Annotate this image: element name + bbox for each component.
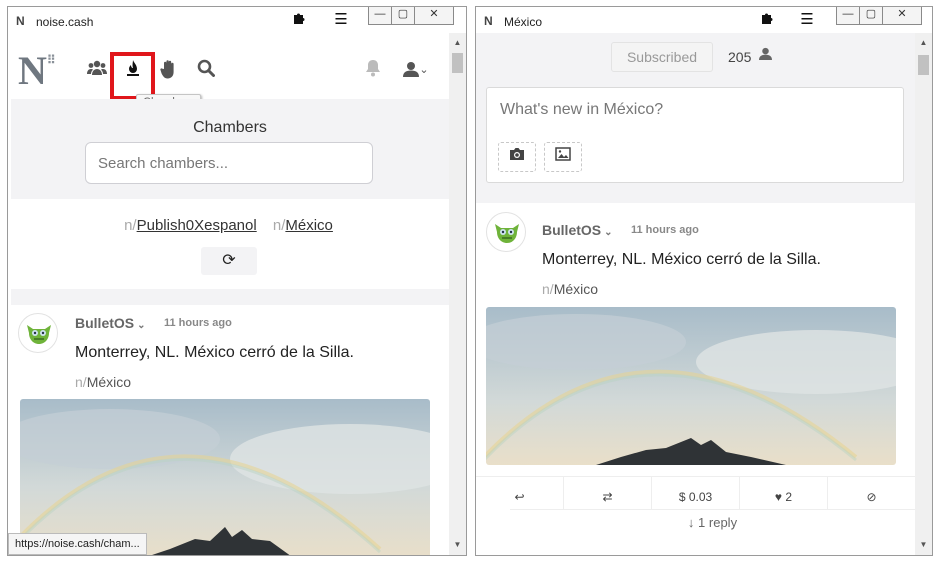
heart-icon: ♥ xyxy=(774,490,783,504)
search-chambers-input[interactable]: Search chambers... xyxy=(85,142,373,184)
link-status-bar: https://noise.cash/cham... xyxy=(8,533,147,555)
subscribed-button[interactable]: Subscribed xyxy=(611,42,713,72)
menu-icon[interactable]: ☰ xyxy=(798,11,816,29)
close-button[interactable]: ✕ xyxy=(415,7,453,24)
highlight-box xyxy=(110,52,155,100)
scrollbar-thumb[interactable] xyxy=(918,55,929,75)
post-composer[interactable]: What's new in México? xyxy=(486,87,904,183)
chevron-down-icon[interactable]: ⌄ xyxy=(604,227,612,238)
post-timestamp[interactable]: 11 hours ago xyxy=(164,317,232,329)
scroll-down-arrow[interactable]: ▼ xyxy=(449,537,466,553)
minimize-button[interactable]: — xyxy=(369,7,392,24)
maximize-button[interactable]: ▢ xyxy=(392,7,415,24)
composer-input[interactable]: What's new in México? xyxy=(500,101,663,119)
post-chamber-link[interactable]: n/México xyxy=(542,281,598,297)
vertical-scrollbar[interactable]: ▲ ▼ xyxy=(449,33,466,555)
window-title: México xyxy=(504,15,543,29)
top-navigation: N ⠿ ⌄ xyxy=(8,33,449,99)
avatar[interactable] xyxy=(486,212,526,252)
post-text: Monterrey, NL. México cerró de la Silla. xyxy=(542,251,821,268)
page-content: Subscribed 205 What's new in México? Bul… xyxy=(476,33,915,555)
username-text[interactable]: BulletOS xyxy=(542,222,601,238)
image-icon[interactable] xyxy=(544,142,582,172)
menu-icon[interactable]: ☰ xyxy=(332,11,350,29)
chambers-heading: Chambers xyxy=(193,119,267,136)
subscribed-chambers: n/Publish0Xespanol n/México xyxy=(8,217,449,234)
subscriber-count: 205 xyxy=(728,49,752,65)
post-username[interactable]: BulletOS ⌄ xyxy=(75,315,146,331)
post-card: BulletOS ⌄ 11 hours ago Monterrey, NL. Mé… xyxy=(476,203,915,555)
close-button[interactable]: ✕ xyxy=(883,7,921,24)
logo-letter: N xyxy=(18,48,47,93)
avatar[interactable] xyxy=(18,313,58,353)
chambers-header: Chambers Search chambers... xyxy=(11,99,449,199)
replies-label[interactable]: 1 reply xyxy=(698,515,737,530)
hand-icon[interactable] xyxy=(156,59,182,85)
like-count: 2 xyxy=(785,490,793,504)
camera-icon[interactable] xyxy=(498,142,536,172)
people-icon[interactable] xyxy=(84,59,110,83)
refresh-button[interactable]: ⟳ xyxy=(201,247,257,275)
title-bar: N noise.cash ☰ — ▢ ✕ xyxy=(8,7,466,33)
page-content: N⠿ ⌄ Chambers Chambers S xyxy=(8,33,449,555)
username-text[interactable]: BulletOS xyxy=(75,315,134,331)
site-favicon: N xyxy=(484,14,493,28)
bell-icon[interactable] xyxy=(360,59,386,83)
chamber-name[interactable]: México xyxy=(554,281,598,297)
user-menu[interactable]: ⌄ xyxy=(396,59,436,83)
scroll-up-arrow[interactable]: ▲ xyxy=(449,35,466,51)
puzzle-icon[interactable] xyxy=(290,11,308,29)
scroll-down-arrow[interactable]: ▼ xyxy=(915,537,932,553)
chamber-prefix: n/ xyxy=(272,217,286,234)
chamber-link[interactable]: México xyxy=(285,217,333,234)
scroll-up-arrow[interactable]: ▲ xyxy=(915,35,932,51)
chamber-chip[interactable]: n/Publish0Xespanol xyxy=(124,217,257,234)
site-favicon: N xyxy=(16,14,25,28)
scrollbar-thumb[interactable] xyxy=(452,53,463,73)
chamber-name[interactable]: México xyxy=(87,374,131,390)
arrow-down-icon: ↓ xyxy=(687,515,695,530)
post-photo[interactable] xyxy=(486,307,896,465)
chevron-down-icon: ⌄ xyxy=(419,64,429,76)
refresh-icon: ⟳ xyxy=(222,252,236,269)
chamber-prefix: n/ xyxy=(542,281,554,297)
chevron-down-icon[interactable]: ⌄ xyxy=(137,320,145,331)
noise-cash-logo[interactable]: N ⠿ xyxy=(18,47,56,94)
puzzle-icon[interactable] xyxy=(758,11,776,29)
chamber-prefix: n/ xyxy=(75,374,87,390)
divider xyxy=(11,289,449,305)
post-photo[interactable] xyxy=(20,399,430,555)
user-icon xyxy=(759,47,772,63)
user-icon xyxy=(403,62,420,77)
chamber-link[interactable]: Publish0Xespanol xyxy=(137,217,257,234)
window-controls: — ▢ ✕ xyxy=(836,7,922,25)
title-bar: N México ☰ — ▢ ✕ xyxy=(476,7,932,33)
chamber-subscribe-row: Subscribed 205 xyxy=(476,33,915,83)
chamber-chip[interactable]: n/México xyxy=(273,217,333,234)
post-text: Monterrey, NL. México cerró de la Silla. xyxy=(75,344,354,361)
replies-toggle[interactable]: ↓ 1 reply xyxy=(510,509,915,535)
post-username[interactable]: BulletOS ⌄ xyxy=(542,222,613,238)
chamber-prefix: n/ xyxy=(124,217,137,234)
window-controls: — ▢ ✕ xyxy=(368,7,454,25)
post-timestamp[interactable]: 11 hours ago xyxy=(631,224,699,236)
maximize-button[interactable]: ▢ xyxy=(860,7,883,24)
browser-window-noise-cash: N noise.cash ☰ — ▢ ✕ N ⠿ ⌄ Chambers Sear… xyxy=(7,6,467,556)
minimize-button[interactable]: — xyxy=(837,7,860,24)
search-icon[interactable] xyxy=(193,59,219,83)
vertical-scrollbar[interactable]: ▲ ▼ xyxy=(915,33,932,555)
browser-window-mexico: N México ☰ — ▢ ✕ Subscribed 205 What's n… xyxy=(475,6,933,556)
post-chamber-link[interactable]: n/México xyxy=(75,374,131,390)
window-title: noise.cash xyxy=(36,15,94,29)
